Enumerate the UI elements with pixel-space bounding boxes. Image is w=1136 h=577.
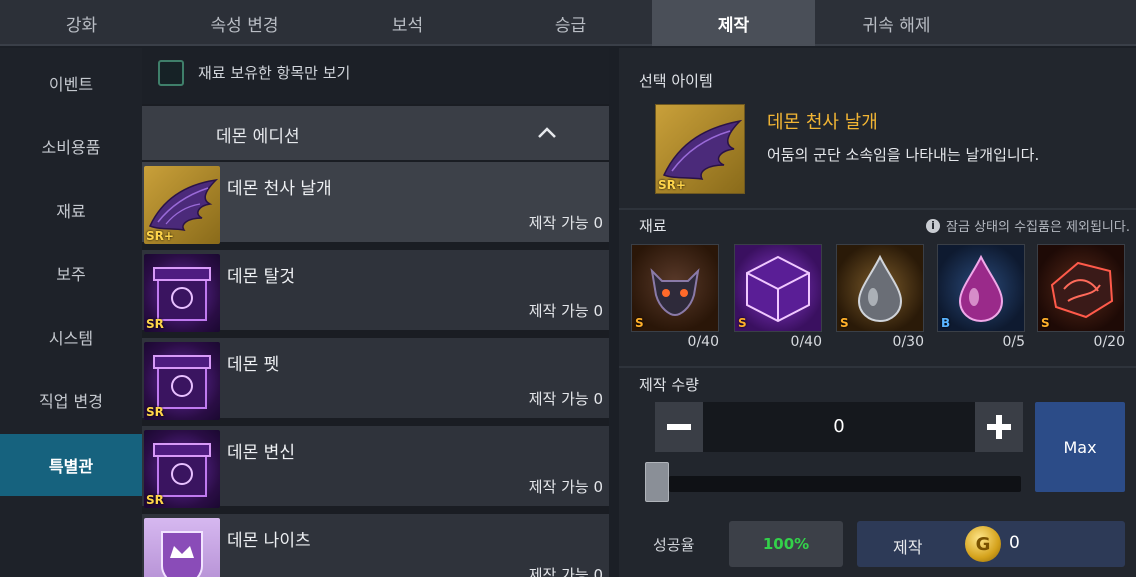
craftable-count: 제작 가능 0 [528, 390, 603, 408]
list-item[interactable]: SR+ 데몬 천사 날개 제작 가능 0 [142, 162, 609, 246]
selected-item-name: 데몬 천사 날개 [767, 112, 878, 133]
materials-heading: 재료 [639, 217, 667, 235]
plus-icon [987, 415, 1011, 439]
divider [619, 208, 1136, 210]
grade-badge: SR+ [146, 229, 174, 243]
quantity-value[interactable]: 0 [715, 416, 963, 437]
selected-item-heading: 선택 아이템 [639, 72, 713, 90]
item-name: 데몬 나이츠 [227, 531, 311, 551]
material-count: 0/30 [892, 334, 924, 350]
craftable-count: 제작 가능 0 [528, 214, 603, 232]
plus-button[interactable] [975, 402, 1023, 452]
craft-cost: 0 [1009, 533, 1020, 553]
demon-box-icon: SR [144, 254, 220, 332]
material-grade: S [738, 316, 747, 330]
material-count: 0/40 [790, 334, 822, 350]
craft-button-label: 제작 [893, 538, 923, 557]
sidebar-item-special[interactable]: 특별관 [0, 434, 142, 496]
owned-materials-checkbox[interactable] [158, 60, 184, 86]
craftable-count: 제작 가능 0 [528, 478, 603, 496]
red-rune-stone-icon[interactable]: S [1037, 244, 1125, 332]
material-grade: B [941, 316, 951, 330]
grade-badge: SR [146, 317, 164, 331]
item-name: 데몬 펫 [227, 355, 280, 375]
tab-attribute-change[interactable]: 속성 변경 [163, 0, 326, 46]
quantity-slider-track[interactable] [669, 476, 1021, 492]
demon-box-icon: SR [144, 430, 220, 508]
demon-box-icon: SR [144, 342, 220, 420]
recipe-list-panel: 재료 보유한 항목만 보기 데몬 에디션 SR+ 데몬 천사 날개 제작 가능 … [142, 48, 609, 577]
chevron-up-icon [538, 127, 556, 138]
top-tab-bar: 강화 속성 변경 보석 승급 제작 귀속 해제 [0, 0, 1136, 46]
owned-materials-filter-label: 재료 보유한 항목만 보기 [198, 64, 351, 82]
materials-notice-text: 잠금 상태의 수집품은 제외됩니다. [946, 220, 1130, 235]
sidebar-item-materials[interactable]: 재료 [0, 179, 142, 241]
quantity-heading: 제작 수량 [639, 376, 699, 394]
list-item[interactable]: SR 데몬 펫 제작 가능 0 [142, 338, 609, 422]
item-name: 데몬 탈것 [227, 267, 295, 287]
tab-unbind[interactable]: 귀속 해제 [815, 0, 978, 46]
sidebar-item-event[interactable]: 이벤트 [0, 52, 142, 114]
list-item[interactable]: 데몬 나이츠 제작 가능 0 [142, 514, 609, 577]
material-count: 0/20 [1093, 334, 1125, 350]
material-count: 0/40 [687, 334, 719, 350]
tab-craft[interactable]: 제작 [652, 0, 815, 46]
list-item[interactable]: SR 데몬 탈것 제작 가능 0 [142, 250, 609, 334]
crown-crest-icon [144, 518, 220, 577]
grade-badge: SR [146, 405, 164, 419]
item-name: 데몬 천사 날개 [227, 179, 332, 199]
sidebar-item-system[interactable]: 시스템 [0, 306, 142, 368]
category-sidebar: 이벤트 소비용품 재료 보주 시스템 직업 변경 특별관 [0, 48, 142, 577]
list-item[interactable]: SR 데몬 변신 제작 가능 0 [142, 426, 609, 510]
quantity-stepper: 0 [655, 402, 1023, 452]
silver-drop-icon[interactable]: S [836, 244, 924, 332]
success-rate-label: 성공율 [653, 536, 695, 554]
purple-cube-icon[interactable]: S [734, 244, 822, 332]
success-rate-value: 100% [729, 521, 843, 567]
demon-mask-icon[interactable]: S [631, 244, 719, 332]
pink-drop-icon[interactable]: B [937, 244, 1025, 332]
tab-enhance[interactable]: 강화 [0, 0, 163, 46]
info-icon: i [926, 218, 941, 233]
materials-notice: i 잠금 상태의 수집품은 제외됩니다. [926, 216, 1130, 235]
material-count: 0/5 [1002, 334, 1025, 350]
gold-coin-icon: G [965, 526, 1001, 562]
grade-badge: SR [146, 493, 164, 507]
selected-item-icon: SR+ [655, 104, 745, 194]
material-grade: S [635, 316, 644, 330]
craftable-count: 제작 가능 0 [528, 566, 603, 577]
sidebar-item-orbs[interactable]: 보주 [0, 242, 142, 304]
sidebar-item-consumables[interactable]: 소비용품 [0, 115, 142, 177]
grade-badge: SR+ [658, 178, 686, 192]
craft-detail-panel: 선택 아이템 SR+ 데몬 천사 날개 어둠의 군단 소속임을 나타내는 날개입… [619, 48, 1136, 577]
craftable-count: 제작 가능 0 [528, 302, 603, 320]
group-header-demon-edition[interactable]: 데몬 에디션 [142, 106, 609, 160]
tab-promotion[interactable]: 승급 [489, 0, 652, 46]
minus-button[interactable] [655, 402, 703, 452]
demon-wing-icon: SR+ [144, 166, 220, 244]
minus-icon [667, 424, 691, 430]
material-grade: S [840, 316, 849, 330]
selected-item-description: 어둠의 군단 소속임을 나타내는 날개입니다. [767, 146, 1040, 164]
tab-gem[interactable]: 보석 [326, 0, 489, 46]
material-grade: S [1041, 316, 1050, 330]
quantity-slider-handle[interactable] [645, 462, 669, 502]
group-title: 데몬 에디션 [216, 127, 300, 147]
item-name: 데몬 변신 [227, 443, 295, 463]
craft-button[interactable]: 제작 G 0 [857, 521, 1125, 567]
max-button[interactable]: Max [1035, 402, 1125, 492]
filter-row: 재료 보유한 항목만 보기 [142, 48, 609, 104]
divider [619, 366, 1136, 368]
sidebar-item-class-change[interactable]: 직업 변경 [0, 369, 142, 431]
